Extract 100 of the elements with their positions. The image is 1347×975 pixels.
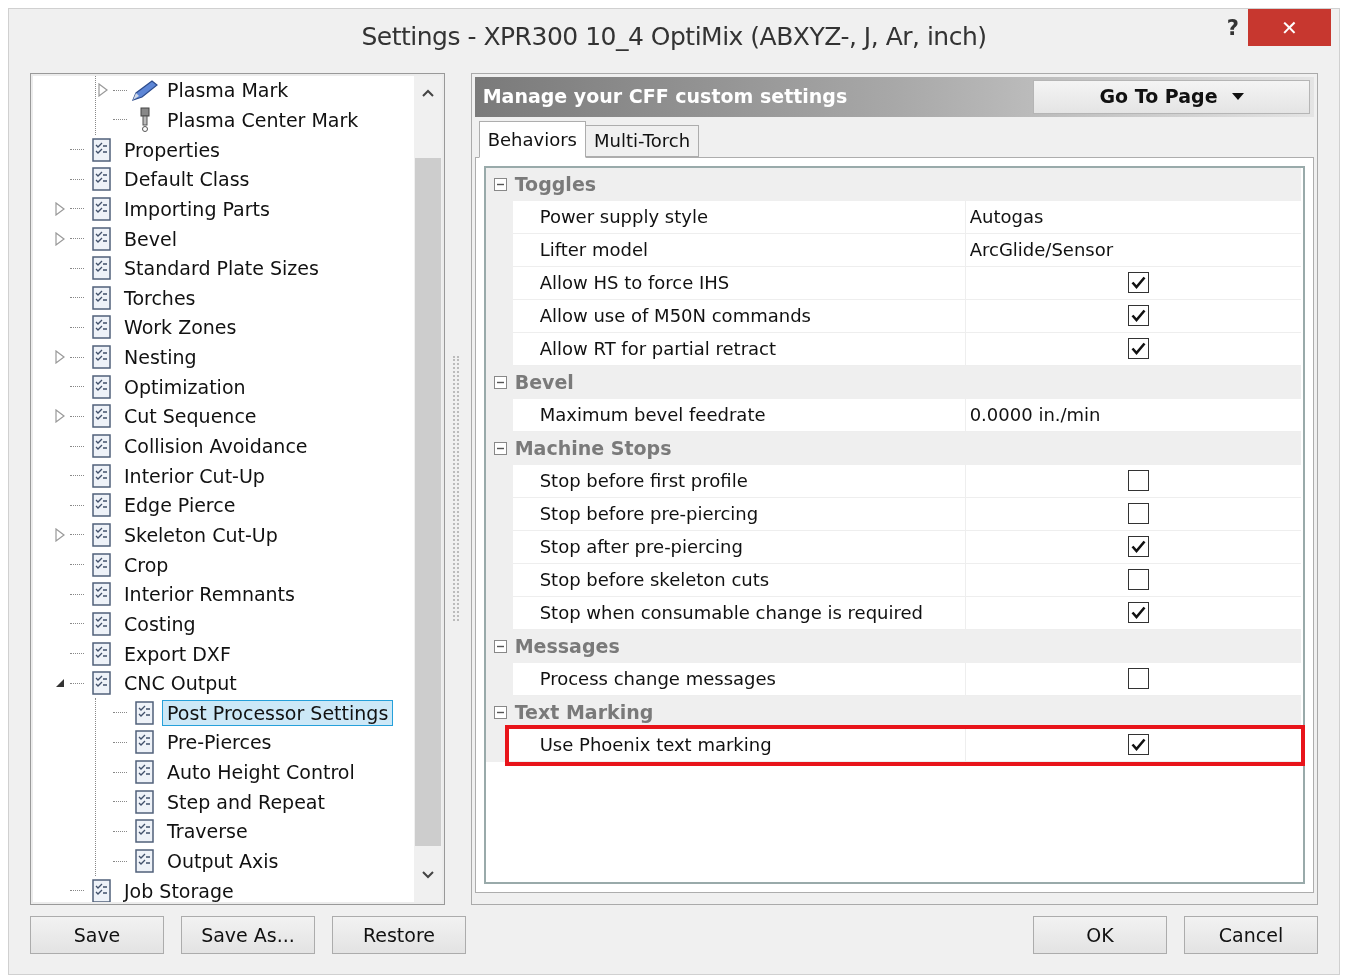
property-row[interactable]: Process change messages xyxy=(512,662,1301,696)
tree-item[interactable]: Interior Cut-Up xyxy=(119,462,270,489)
dialog-button[interactable]: OK xyxy=(1033,916,1167,955)
category-heading: Bevel xyxy=(514,369,574,395)
property-row[interactable]: Stop before first profile xyxy=(512,464,1301,498)
tree-item[interactable]: Crop xyxy=(119,551,174,578)
tree-item[interactable]: Nesting xyxy=(119,344,202,371)
tree-item[interactable]: Torches xyxy=(119,284,201,311)
property-row[interactable]: Allow HS to force IHS xyxy=(512,266,1301,300)
tree-item[interactable]: Standard Plate Sizes xyxy=(119,255,324,282)
scroll-up-icon[interactable] xyxy=(420,87,435,98)
tab[interactable]: Multi-Torch xyxy=(586,124,700,157)
property-row[interactable]: Stop when consumable change is required xyxy=(512,596,1301,630)
tree-item[interactable]: Pre-Pierces xyxy=(162,729,277,756)
property-value[interactable]: Autogas xyxy=(965,203,1044,231)
expand-arrow-icon[interactable] xyxy=(55,201,65,216)
checkbox[interactable] xyxy=(1127,668,1149,690)
collapse-arrow-icon[interactable] xyxy=(55,678,65,689)
property-value[interactable]: 0.0000 in./min xyxy=(965,401,1101,429)
checkmark-icon xyxy=(1130,276,1146,290)
panel-header: Manage your CFF custom settings xyxy=(481,84,849,110)
checklist-icon xyxy=(135,849,155,873)
dialog-button[interactable]: Restore xyxy=(332,916,466,955)
close-button[interactable]: ✕ xyxy=(1248,9,1331,46)
checklist-icon xyxy=(92,345,112,370)
help-button[interactable]: ? xyxy=(1226,13,1239,45)
checkbox[interactable] xyxy=(1127,272,1149,294)
tree-item[interactable]: Job Storage xyxy=(119,877,239,902)
scrollbar[interactable] xyxy=(413,75,442,902)
checklist-icon xyxy=(92,226,112,251)
checkbox[interactable] xyxy=(1127,503,1149,525)
checkbox[interactable] xyxy=(1127,569,1149,591)
tree-item[interactable]: Plasma Center Mark xyxy=(162,107,364,133)
collapse-icon[interactable] xyxy=(493,441,507,455)
tree-item[interactable]: CNC Output xyxy=(119,670,242,697)
checklist-icon xyxy=(92,167,112,192)
expand-arrow-icon[interactable] xyxy=(98,83,108,98)
property-label: Power supply style xyxy=(512,200,966,233)
expand-arrow-icon[interactable] xyxy=(55,231,65,246)
checklist-icon xyxy=(135,730,155,755)
go-to-page-button[interactable]: Go To Page xyxy=(1033,79,1310,114)
property-row[interactable]: Allow RT for partial retract xyxy=(512,332,1301,366)
property-label: Use Phoenix text marking xyxy=(512,728,966,761)
tree-item[interactable]: Skeleton Cut-Up xyxy=(119,521,283,548)
property-row[interactable]: Power supply style Autogas xyxy=(512,200,1301,234)
tree-item[interactable]: Plasma Mark xyxy=(162,77,294,104)
tree-item[interactable]: Step and Repeat xyxy=(162,788,330,815)
scroll-down-icon[interactable] xyxy=(420,869,435,880)
tree-item[interactable]: Default Class xyxy=(119,166,255,193)
tree-item[interactable]: Export DXF xyxy=(119,640,236,667)
property-row[interactable]: Stop before pre-piercing xyxy=(512,497,1301,531)
tree-item[interactable]: Interior Remnants xyxy=(119,581,300,608)
checkmark-icon xyxy=(1130,342,1146,356)
expand-arrow-icon[interactable] xyxy=(55,350,65,365)
collapse-icon[interactable] xyxy=(493,177,507,191)
property-row[interactable]: Allow use of M50N commands xyxy=(512,299,1301,333)
property-label: Stop before pre-piercing xyxy=(512,497,966,530)
checklist-icon xyxy=(92,641,112,666)
dialog-button[interactable]: Cancel xyxy=(1184,916,1318,955)
property-label: Lifter model xyxy=(512,233,966,266)
tree-item[interactable]: Post Processor Settings xyxy=(162,699,394,726)
tree-item[interactable]: Cut Sequence xyxy=(119,403,262,430)
checklist-icon xyxy=(92,582,112,607)
property-value[interactable]: ArcGlide/Sensor xyxy=(965,236,1114,264)
tree-item[interactable]: Bevel xyxy=(119,225,182,252)
checkbox[interactable] xyxy=(1127,536,1149,558)
property-label: Process change messages xyxy=(512,662,966,695)
tree-item[interactable]: Auto Height Control xyxy=(162,759,360,786)
tree-item[interactable]: Properties xyxy=(119,136,226,163)
tree-item[interactable]: Output Axis xyxy=(162,848,284,874)
scroll-thumb[interactable] xyxy=(414,157,441,846)
checklist-icon xyxy=(92,434,112,459)
tree-item[interactable]: Traverse xyxy=(162,818,253,845)
property-row[interactable]: Stop after pre-piercing xyxy=(512,530,1301,564)
tree-item[interactable]: Importing Parts xyxy=(119,195,275,222)
dialog-button[interactable]: Save As... xyxy=(181,916,315,955)
property-row[interactable]: Lifter model ArcGlide/Sensor xyxy=(512,233,1301,267)
collapse-icon[interactable] xyxy=(493,375,507,389)
tree-item[interactable]: Collision Avoidance xyxy=(119,433,313,460)
collapse-icon[interactable] xyxy=(493,705,507,719)
tree-item[interactable]: Work Zones xyxy=(119,314,242,341)
splitter-grip[interactable] xyxy=(452,356,459,622)
checklist-icon xyxy=(92,374,112,399)
collapse-icon[interactable] xyxy=(493,639,507,653)
checklist-icon xyxy=(135,789,155,814)
expand-arrow-icon[interactable] xyxy=(55,527,65,542)
tree-item[interactable]: Optimization xyxy=(119,373,251,400)
property-row[interactable]: Stop before skeleton cuts xyxy=(512,563,1301,597)
tab[interactable]: Behaviors xyxy=(478,120,586,158)
tree-item[interactable]: Edge Pierce xyxy=(119,492,241,519)
dialog-button[interactable]: Save xyxy=(30,916,164,955)
checkbox[interactable] xyxy=(1127,734,1149,756)
tree-item[interactable]: Costing xyxy=(119,610,201,637)
expand-arrow-icon[interactable] xyxy=(55,409,65,424)
property-row[interactable]: Maximum bevel feedrate 0.0000 in./min xyxy=(512,398,1301,432)
checkbox[interactable] xyxy=(1127,470,1149,492)
checkbox[interactable] xyxy=(1127,305,1149,327)
checklist-icon xyxy=(92,671,112,696)
checkbox[interactable] xyxy=(1127,338,1149,360)
checkbox[interactable] xyxy=(1127,602,1149,624)
